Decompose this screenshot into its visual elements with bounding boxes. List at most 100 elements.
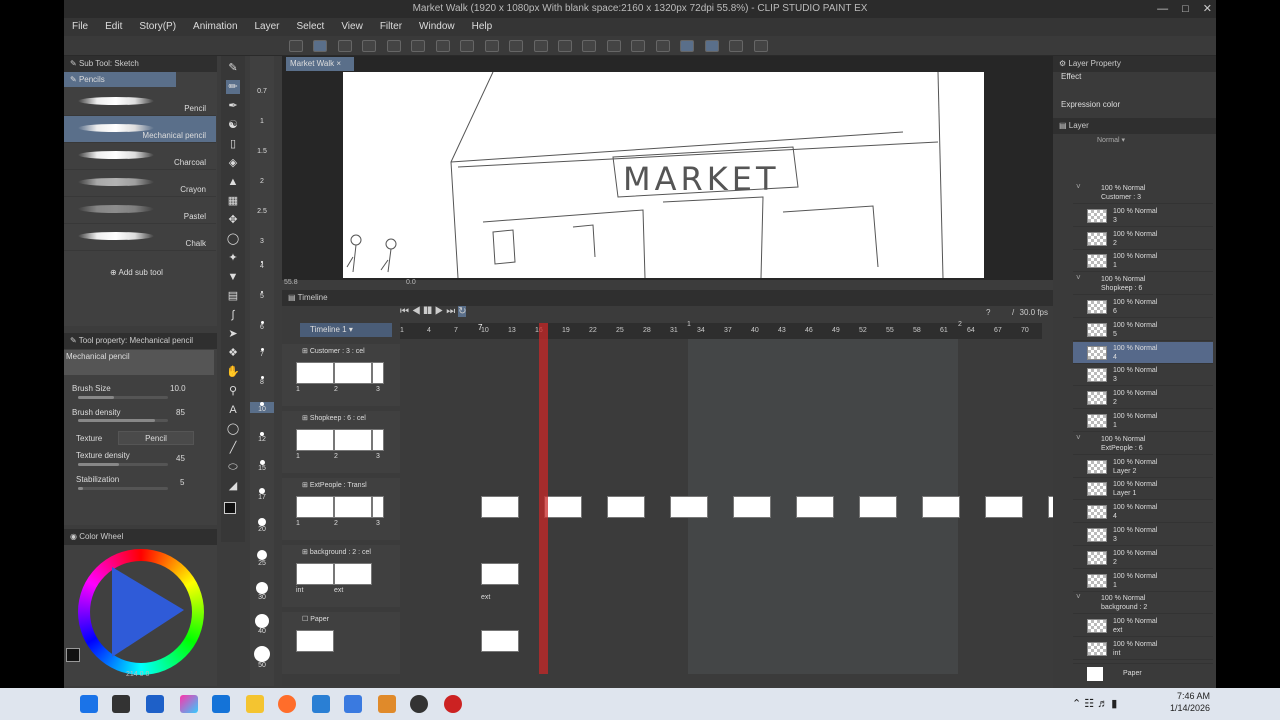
size-item[interactable]: 20 bbox=[250, 518, 274, 533]
clip-studio-icon[interactable] bbox=[410, 695, 428, 713]
text-icon[interactable]: A bbox=[226, 403, 240, 417]
layer-item[interactable]: 100 % Normal 2 bbox=[1073, 228, 1213, 250]
balloon-icon[interactable]: ◯ bbox=[226, 422, 240, 436]
layer-item[interactable]: 100 % Normal 2 bbox=[1073, 547, 1213, 569]
eraser-icon[interactable]: ▯ bbox=[226, 137, 240, 151]
size-item[interactable]: 25 bbox=[250, 550, 274, 567]
minimize-button[interactable]: — bbox=[1157, 0, 1168, 18]
size-item[interactable]: 1.5 bbox=[250, 148, 274, 155]
redo-icon[interactable] bbox=[484, 40, 499, 52]
size-item[interactable]: 15 bbox=[250, 460, 274, 472]
cel-thumb[interactable] bbox=[296, 563, 334, 585]
layer-item[interactable]: 100 % Normal 5 bbox=[1073, 319, 1213, 341]
track-extpeople[interactable]: ⊞ ExtPeople : Transl 1 2 3 bbox=[282, 478, 400, 540]
frame-rate[interactable]: 30.0 fps bbox=[1018, 308, 1048, 317]
last-frame-icon[interactable]: ⏭ bbox=[446, 306, 455, 317]
size-item[interactable]: 3 bbox=[250, 238, 274, 245]
brush-density-slider[interactable] bbox=[78, 419, 168, 422]
size-item[interactable]: 8 bbox=[250, 376, 274, 386]
main-color-swatch[interactable] bbox=[66, 648, 80, 662]
gradient-icon[interactable]: ▤ bbox=[226, 289, 240, 303]
layer-item[interactable]: 100 % Normal int bbox=[1073, 638, 1213, 660]
obs-icon[interactable] bbox=[444, 695, 462, 713]
cel-thumb[interactable] bbox=[334, 362, 372, 384]
drawing-canvas[interactable]: MARKET bbox=[343, 72, 984, 278]
copilot-icon[interactable] bbox=[180, 695, 198, 713]
layer-item[interactable]: 100 % Normal 4 bbox=[1073, 341, 1213, 364]
frame-icon[interactable]: ▦ bbox=[226, 194, 240, 208]
layer-folder[interactable]: ˅ 100 % Normal Customer : 3 bbox=[1073, 182, 1213, 204]
firefox-icon[interactable] bbox=[278, 695, 296, 713]
brush-pastel[interactable]: Pastel bbox=[64, 197, 216, 224]
transform-icon[interactable] bbox=[606, 40, 621, 52]
menu-view[interactable]: View bbox=[341, 18, 363, 36]
layer-folder[interactable]: ˅ 100 % Normal ExtPeople : 6 bbox=[1073, 433, 1213, 455]
clear-icon[interactable] bbox=[509, 40, 524, 52]
start-icon[interactable] bbox=[80, 695, 98, 713]
paper-cel[interactable] bbox=[481, 630, 519, 652]
extpeople-cel[interactable] bbox=[544, 496, 582, 518]
timeline-select[interactable]: Timeline 1 ▾ bbox=[300, 323, 392, 337]
menu-help[interactable]: Help bbox=[472, 18, 493, 36]
pen-icon[interactable]: ✎ bbox=[226, 61, 240, 75]
extpeople-cel[interactable] bbox=[796, 496, 834, 518]
bucket-icon[interactable]: ▼ bbox=[226, 270, 240, 284]
fill-icon[interactable]: ▲ bbox=[226, 175, 240, 189]
layer-folder[interactable]: ˅ 100 % Normal Shopkeep : 6 bbox=[1073, 273, 1213, 296]
menu-select[interactable]: Select bbox=[297, 18, 325, 36]
playhead[interactable] bbox=[539, 323, 548, 674]
size-item[interactable]: 10 bbox=[250, 402, 274, 413]
help-icon[interactable] bbox=[753, 40, 768, 52]
color-triangle[interactable] bbox=[106, 565, 186, 660]
stabilization-slider[interactable] bbox=[78, 487, 168, 490]
ruler-icon[interactable]: ◢ bbox=[226, 479, 240, 493]
brush-size-value[interactable]: 10.0 bbox=[170, 384, 186, 393]
undo-icon[interactable] bbox=[460, 40, 475, 52]
rotate-value[interactable]: 0.0 bbox=[406, 279, 416, 286]
brush-chalk[interactable]: Chalk bbox=[64, 224, 216, 251]
size-item[interactable]: 2.5 bbox=[250, 208, 274, 215]
extpeople-cel[interactable] bbox=[985, 496, 1023, 518]
settings-icon[interactable] bbox=[337, 40, 352, 52]
subtool-group-tab[interactable]: ✎ Pencils bbox=[64, 72, 176, 87]
snap-ruler-icon[interactable] bbox=[680, 40, 695, 52]
size-item[interactable]: 40 bbox=[250, 614, 274, 635]
menu-window[interactable]: Window bbox=[419, 18, 455, 36]
clock-time[interactable]: 7:46 AM bbox=[1150, 691, 1210, 701]
invert-icon[interactable] bbox=[655, 40, 670, 52]
texture-select[interactable]: Pencil bbox=[118, 431, 194, 445]
size-item[interactable]: 12 bbox=[250, 432, 274, 443]
transform-icon[interactable]: ❖ bbox=[226, 346, 240, 360]
extpeople-cel[interactable] bbox=[859, 496, 897, 518]
menu-icon[interactable] bbox=[289, 40, 303, 52]
color-swatch-icon[interactable] bbox=[224, 502, 236, 514]
menu-file[interactable]: File bbox=[72, 18, 88, 36]
paint-icon[interactable] bbox=[378, 695, 396, 713]
tray-icons[interactable]: ⌃ ☷ ♬ ▮ bbox=[1072, 697, 1117, 710]
cel-thumb[interactable] bbox=[372, 429, 384, 451]
cel-thumb[interactable] bbox=[334, 496, 372, 518]
selection-icon[interactable] bbox=[313, 40, 328, 52]
paste-icon[interactable] bbox=[582, 40, 597, 52]
outlook-icon[interactable] bbox=[212, 695, 230, 713]
first-frame-icon[interactable]: ⏮ bbox=[400, 306, 409, 317]
export-icon[interactable] bbox=[435, 40, 450, 52]
layer-item[interactable]: 100 % Normal 4 bbox=[1073, 501, 1213, 524]
texture-density-value[interactable]: 45 bbox=[176, 454, 185, 463]
menu-story[interactable]: Story(P) bbox=[139, 18, 176, 36]
snap-special-icon[interactable] bbox=[704, 40, 719, 52]
track-shopkeep[interactable]: ⊞ Shopkeep : 6 : cel 1 2 3 bbox=[282, 411, 400, 473]
add-subtool-button[interactable]: ⊕ Add sub tool bbox=[110, 268, 163, 277]
cel-thumb[interactable] bbox=[296, 496, 334, 518]
airbrush-icon[interactable]: ☯ bbox=[226, 118, 240, 132]
line-icon[interactable]: ╱ bbox=[226, 441, 240, 455]
expand-icon[interactable]: ˅ bbox=[1076, 273, 1081, 282]
brush-pencil[interactable]: Pencil bbox=[64, 89, 216, 116]
zoom-icon[interactable]: ⚲ bbox=[226, 384, 240, 398]
menu-animation[interactable]: Animation bbox=[193, 18, 237, 36]
extpeople-cel[interactable] bbox=[922, 496, 960, 518]
brush-icon[interactable]: ✒ bbox=[226, 99, 240, 113]
magic-wand-icon[interactable]: ✦ bbox=[226, 251, 240, 265]
extpeople-cel[interactable] bbox=[481, 496, 519, 518]
close-button[interactable]: ✕ bbox=[1203, 0, 1212, 18]
